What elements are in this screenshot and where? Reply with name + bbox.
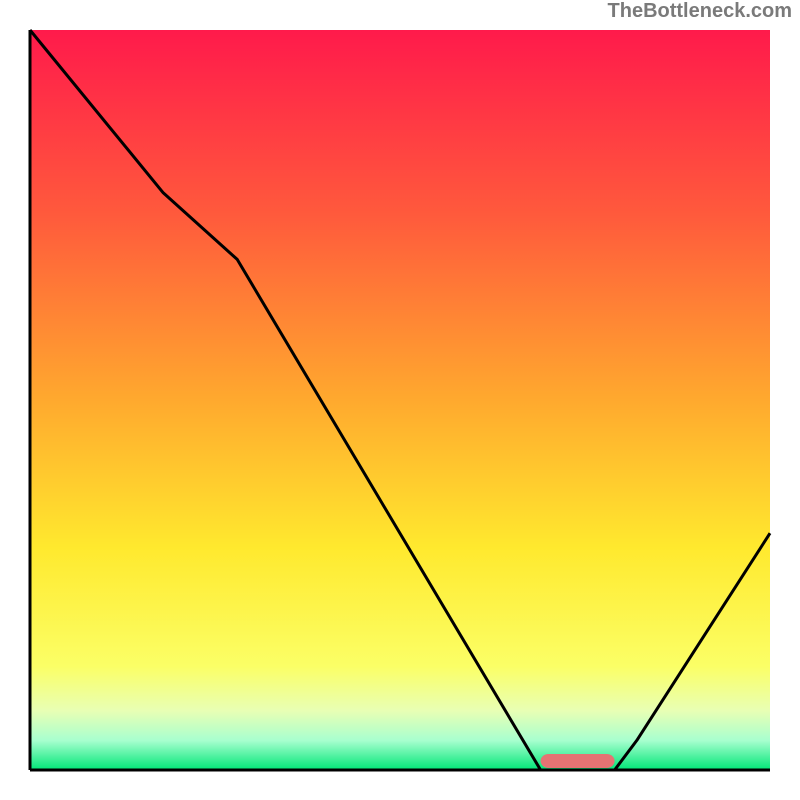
plot-background — [30, 30, 770, 770]
chart-container: TheBottleneck.com — [0, 0, 800, 800]
chart-svg — [0, 0, 800, 800]
optimal-range-marker — [541, 754, 615, 768]
